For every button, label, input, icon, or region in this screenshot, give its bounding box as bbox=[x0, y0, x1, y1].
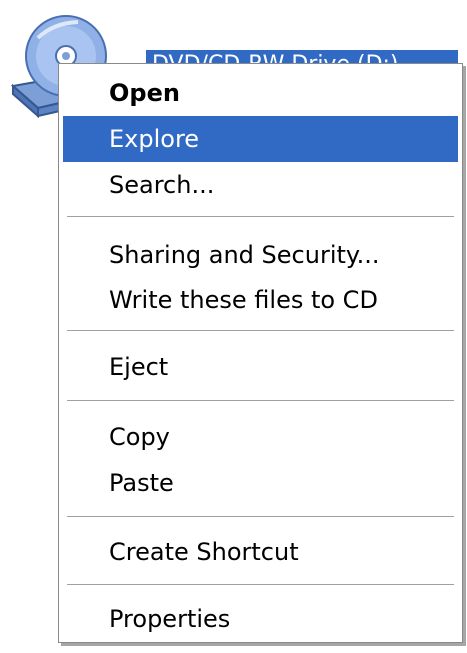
menu-item-copy[interactable]: Copy bbox=[63, 414, 458, 460]
desktop: DVD/CD-RW Drive (D:) Open Explore Search… bbox=[0, 0, 467, 653]
menu-item-open[interactable]: Open bbox=[63, 70, 458, 116]
menu-item-explore[interactable]: Explore bbox=[63, 116, 458, 162]
menu-separator bbox=[67, 330, 454, 331]
menu-item-paste[interactable]: Paste bbox=[63, 460, 458, 506]
menu-separator bbox=[67, 584, 454, 585]
menu-item-write-to-cd[interactable]: Write these files to CD bbox=[63, 277, 458, 323]
menu-item-eject[interactable]: Eject bbox=[63, 344, 458, 390]
menu-separator bbox=[67, 216, 454, 217]
menu-separator bbox=[67, 516, 454, 517]
menu-separator bbox=[67, 400, 454, 401]
menu-item-search[interactable]: Search... bbox=[63, 162, 458, 208]
context-menu: Open Explore Search... Sharing and Secur… bbox=[58, 63, 463, 643]
menu-item-sharing-and-security[interactable]: Sharing and Security... bbox=[63, 232, 458, 278]
menu-item-create-shortcut[interactable]: Create Shortcut bbox=[63, 529, 458, 575]
menu-item-properties[interactable]: Properties bbox=[63, 596, 458, 642]
